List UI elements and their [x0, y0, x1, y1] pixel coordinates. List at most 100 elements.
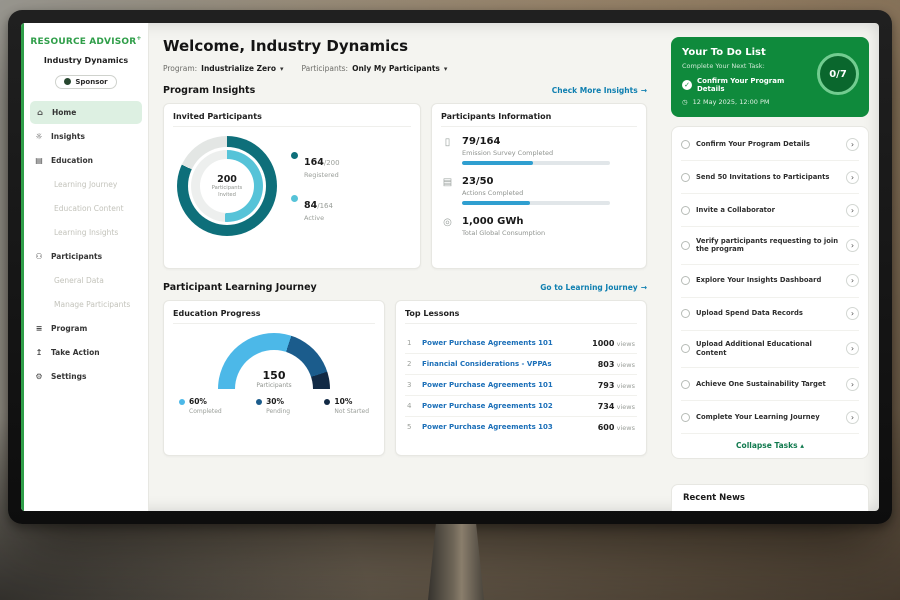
- task-chevron-button[interactable]: ›: [846, 307, 859, 320]
- task-row[interactable]: Complete Your Learning Journey ›: [681, 401, 859, 434]
- task-row[interactable]: Achieve One Sustainability Target ›: [681, 368, 859, 401]
- task-label: Invite a Collaborator: [696, 206, 840, 215]
- legend-label: Completed: [179, 408, 222, 415]
- task-row[interactable]: Send 50 Invitations to Participants ›: [681, 161, 859, 194]
- task-list-card: Confirm Your Program Details › Send 50 I…: [671, 126, 869, 459]
- task-chevron-button[interactable]: ›: [846, 378, 859, 391]
- page-title: Welcome, Industry Dynamics: [163, 37, 647, 55]
- program-insights-title: Program Insights: [163, 85, 255, 96]
- sidebar: RESOURCE ADVISOR+ Industry Dynamics Spon…: [21, 23, 149, 511]
- sidebar-item-label: Home: [52, 108, 76, 117]
- legend-label: Not Started: [324, 408, 369, 415]
- sidebar-item[interactable]: ⚇ Participants: [24, 245, 148, 268]
- sidebar-item-label: Take Action: [51, 348, 100, 357]
- task-row[interactable]: Explore Your Insights Dashboard ›: [681, 265, 859, 298]
- task-checkbox[interactable]: [681, 276, 690, 285]
- chevron-right-icon: ›: [851, 309, 854, 318]
- stat-value: 79/164: [462, 136, 610, 147]
- filter-label: Participants:: [302, 64, 349, 73]
- legend-label: Active: [304, 214, 333, 222]
- task-row[interactable]: Confirm Your Program Details ›: [681, 128, 859, 161]
- sidebar-item[interactable]: Manage Participants: [24, 293, 148, 316]
- lesson-link[interactable]: Power Purchase Agreements 101: [422, 339, 585, 347]
- legend-text: 164/200 Registered: [304, 150, 340, 179]
- sidebar-item[interactable]: Learning Insights: [24, 221, 148, 244]
- sidebar-item[interactable]: ≡ Program: [24, 317, 148, 340]
- legend-total: /200: [324, 159, 340, 167]
- sidebar-item[interactable]: ⚙ Settings: [24, 365, 148, 388]
- filter-dropdown[interactable]: Participants: Only My Participants ▾: [302, 64, 448, 73]
- task-chevron-button[interactable]: ›: [846, 274, 859, 287]
- sponsor-badge[interactable]: Sponsor: [55, 75, 116, 89]
- card-title: Top Lessons: [405, 309, 637, 324]
- sidebar-item[interactable]: Education Content: [24, 197, 148, 220]
- card-title: Invited Participants: [173, 112, 411, 127]
- task-checkbox[interactable]: [681, 140, 690, 149]
- lesson-link[interactable]: Power Purchase Agreements 103: [422, 423, 591, 431]
- task-checkbox[interactable]: [681, 241, 690, 250]
- lesson-views-count: 803: [598, 360, 615, 369]
- task-row[interactable]: Verify participants requesting to join t…: [681, 227, 859, 265]
- recent-news-header[interactable]: Recent News: [671, 484, 869, 511]
- lesson-link[interactable]: Financial Considerations - VPPAs: [422, 360, 591, 368]
- legend-percent: 60%: [189, 397, 207, 406]
- task-list: Confirm Your Program Details › Send 50 I…: [681, 128, 859, 434]
- legend-top: 10%: [324, 397, 369, 406]
- task-chevron-button[interactable]: ›: [846, 342, 859, 355]
- invited-donut-inner: 200 Participants Invited: [191, 150, 263, 222]
- lesson-views-word: views: [617, 424, 635, 432]
- task-row[interactable]: Upload Additional Educational Content ›: [681, 331, 859, 369]
- lesson-link[interactable]: Power Purchase Agreements 101: [422, 381, 591, 389]
- task-row[interactable]: Upload Spend Data Records ›: [681, 298, 859, 331]
- task-checkbox[interactable]: [681, 309, 690, 318]
- main-content: Welcome, Industry Dynamics Program: Indu…: [149, 23, 661, 511]
- go-to-learning-journey-link[interactable]: Go to Learning Journey →: [540, 283, 647, 292]
- check-more-insights-link[interactable]: Check More Insights →: [552, 86, 647, 95]
- stat-label: Emission Survey Completed: [462, 149, 610, 157]
- task-chevron-button[interactable]: ›: [846, 239, 859, 252]
- lesson-rank: 2: [407, 360, 415, 368]
- sponsor-label: Sponsor: [75, 78, 107, 86]
- lesson-link[interactable]: Power Purchase Agreements 102: [422, 402, 591, 410]
- legend-dot: [291, 152, 298, 159]
- learning-journey-header: Participant Learning Journey Go to Learn…: [163, 282, 647, 293]
- invited-participants-card: Invited Participants 200 Participants In…: [163, 103, 421, 269]
- clock-icon: ◷: [682, 98, 688, 106]
- chevron-right-icon: ›: [851, 173, 854, 182]
- legend-item: 30% Pending: [256, 397, 290, 415]
- legend-dot: [256, 399, 262, 405]
- task-chevron-button[interactable]: ›: [846, 204, 859, 217]
- task-checkbox[interactable]: [681, 173, 690, 182]
- collapse-tasks-link[interactable]: Collapse Tasks ▴: [681, 434, 859, 456]
- sidebar-item-icon: ↥: [34, 348, 44, 357]
- sidebar-item[interactable]: ↥ Take Action: [24, 341, 148, 364]
- sidebar-item[interactable]: General Data: [24, 269, 148, 292]
- task-checkbox[interactable]: [681, 413, 690, 422]
- sidebar-item[interactable]: ▤ Education: [24, 149, 148, 172]
- sidebar-item[interactable]: ☼ Insights: [24, 125, 148, 148]
- sidebar-item-label: Program: [51, 324, 87, 333]
- todo-summary-card: Your To Do List Complete Your Next Task:…: [671, 37, 869, 117]
- task-checkbox[interactable]: [681, 380, 690, 389]
- task-row[interactable]: Invite a Collaborator ›: [681, 194, 859, 227]
- task-chevron-button[interactable]: ›: [846, 411, 859, 424]
- filter-dropdown[interactable]: Program: Industrialize Zero ▾: [163, 64, 284, 73]
- todo-progress-ring: 0/7: [817, 53, 859, 95]
- task-checkbox[interactable]: [681, 344, 690, 353]
- stat-icon: ◎: [441, 217, 454, 241]
- task-chevron-button[interactable]: ›: [846, 171, 859, 184]
- sidebar-item-icon: ⚇: [34, 252, 44, 261]
- task-label: Confirm Your Program Details: [696, 140, 840, 149]
- chevron-down-icon: ▾: [280, 65, 284, 73]
- top-lessons-card: Top Lessons 1 Power Purchase Agreements …: [395, 300, 647, 456]
- education-gauge-chart: 150 Participants: [218, 333, 330, 389]
- filter-bar: Program: Industrialize Zero ▾ Participan…: [163, 64, 647, 73]
- todo-progress-count: 0/7: [829, 69, 847, 80]
- task-checkbox[interactable]: [681, 206, 690, 215]
- sidebar-item-icon: ⌂: [35, 108, 45, 117]
- sidebar-item[interactable]: Learning Journey: [24, 173, 148, 196]
- sidebar-item-icon: ☼: [34, 132, 44, 141]
- task-chevron-button[interactable]: ›: [846, 138, 859, 151]
- sidebar-item[interactable]: ⌂ Home: [30, 101, 142, 124]
- invited-donut-chart: 200 Participants Invited: [173, 136, 411, 236]
